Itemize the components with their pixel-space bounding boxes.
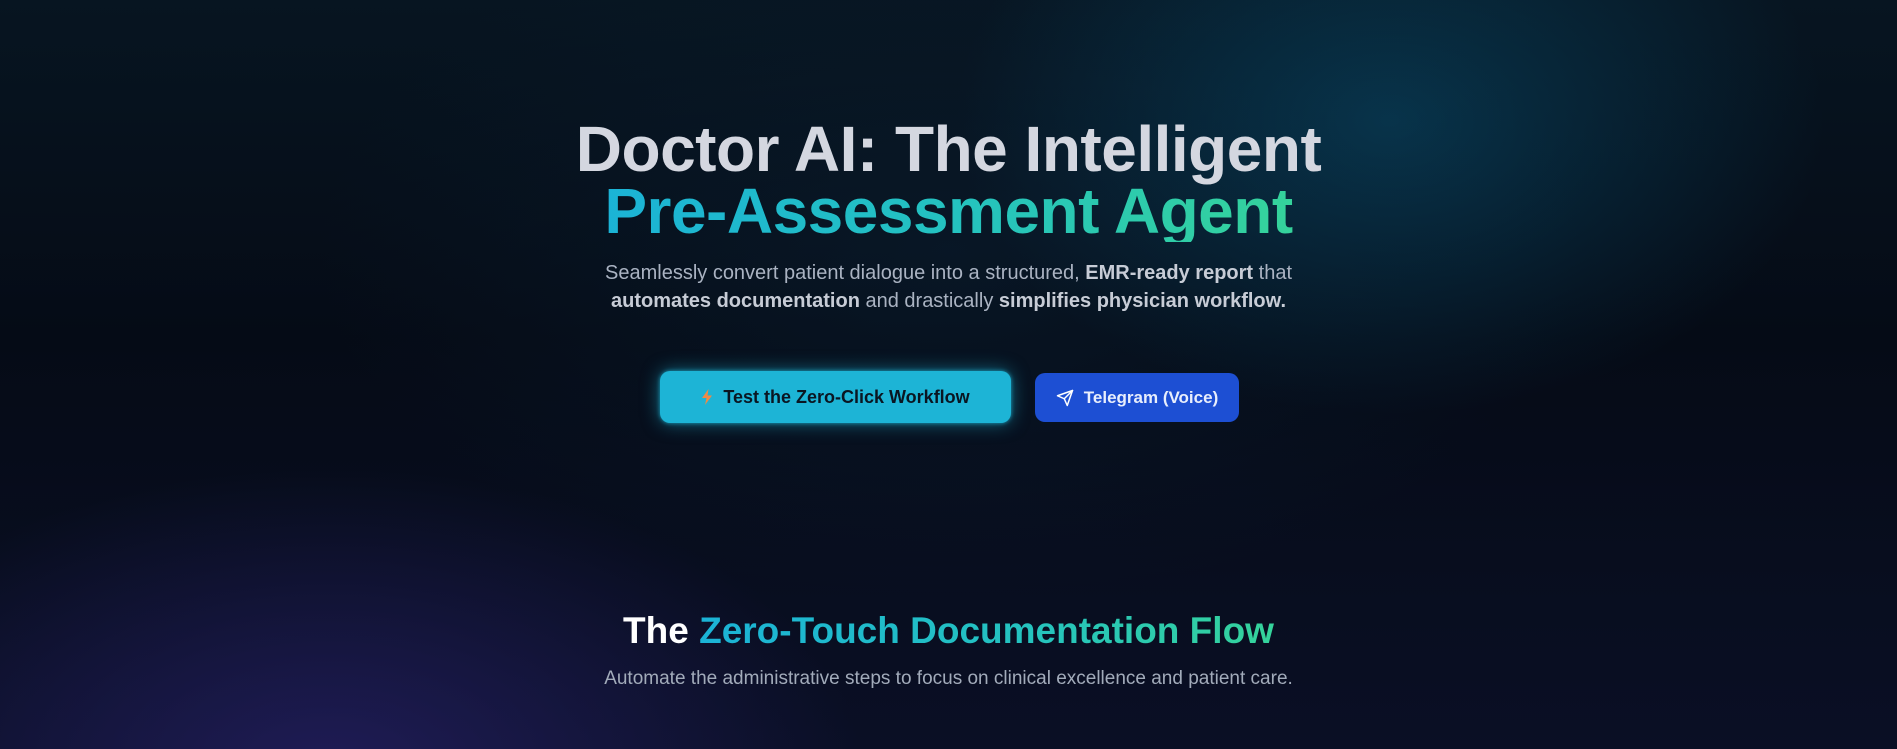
telegram-voice-button[interactable]: Telegram (Voice) xyxy=(1035,373,1239,422)
section-subtitle: Automate the administrative steps to foc… xyxy=(604,668,1293,689)
telegram-voice-button-label: Telegram (Voice) xyxy=(1083,387,1219,407)
documentation-flow-section: The Zero-Touch Documentation Flow Automa… xyxy=(0,608,1897,692)
hero-title-line2: Pre-Assessment Agent xyxy=(604,175,1293,247)
hero-title: Doctor AI: The Intelligent Pre-Assessmen… xyxy=(0,113,1897,247)
lightning-icon xyxy=(701,389,713,405)
hero-subtitle-emphasis: simplifies physician workflow. xyxy=(998,290,1286,312)
paper-plane-icon xyxy=(1056,389,1074,407)
hero-subtitle: Seamlessly convert patient dialogue into… xyxy=(569,259,1329,315)
section-title-plain: The xyxy=(623,610,700,651)
test-workflow-button-label: Test the Zero-Click Workflow xyxy=(723,386,970,407)
hero-subtitle-text: and drastically xyxy=(859,290,999,312)
hero-subtitle-text: that xyxy=(1253,262,1292,284)
hero-subtitle-emphasis: EMR-ready report xyxy=(1085,262,1254,284)
hero-section: Doctor AI: The Intelligent Pre-Assessmen… xyxy=(0,113,1897,315)
hero-title-line1: Doctor AI: The Intelligent xyxy=(575,113,1322,185)
hero-subtitle-text: Seamlessly convert patient dialogue into… xyxy=(605,262,1086,284)
section-title-highlight: Zero-Touch Documentation Flow xyxy=(699,610,1274,651)
cta-buttons: Test the Zero-Click Workflow Telegram (V… xyxy=(0,371,1897,423)
hero-subtitle-emphasis: automates documentation xyxy=(611,290,860,312)
section-title: The Zero-Touch Documentation Flow xyxy=(0,608,1897,654)
test-workflow-button[interactable]: Test the Zero-Click Workflow xyxy=(660,371,1011,423)
